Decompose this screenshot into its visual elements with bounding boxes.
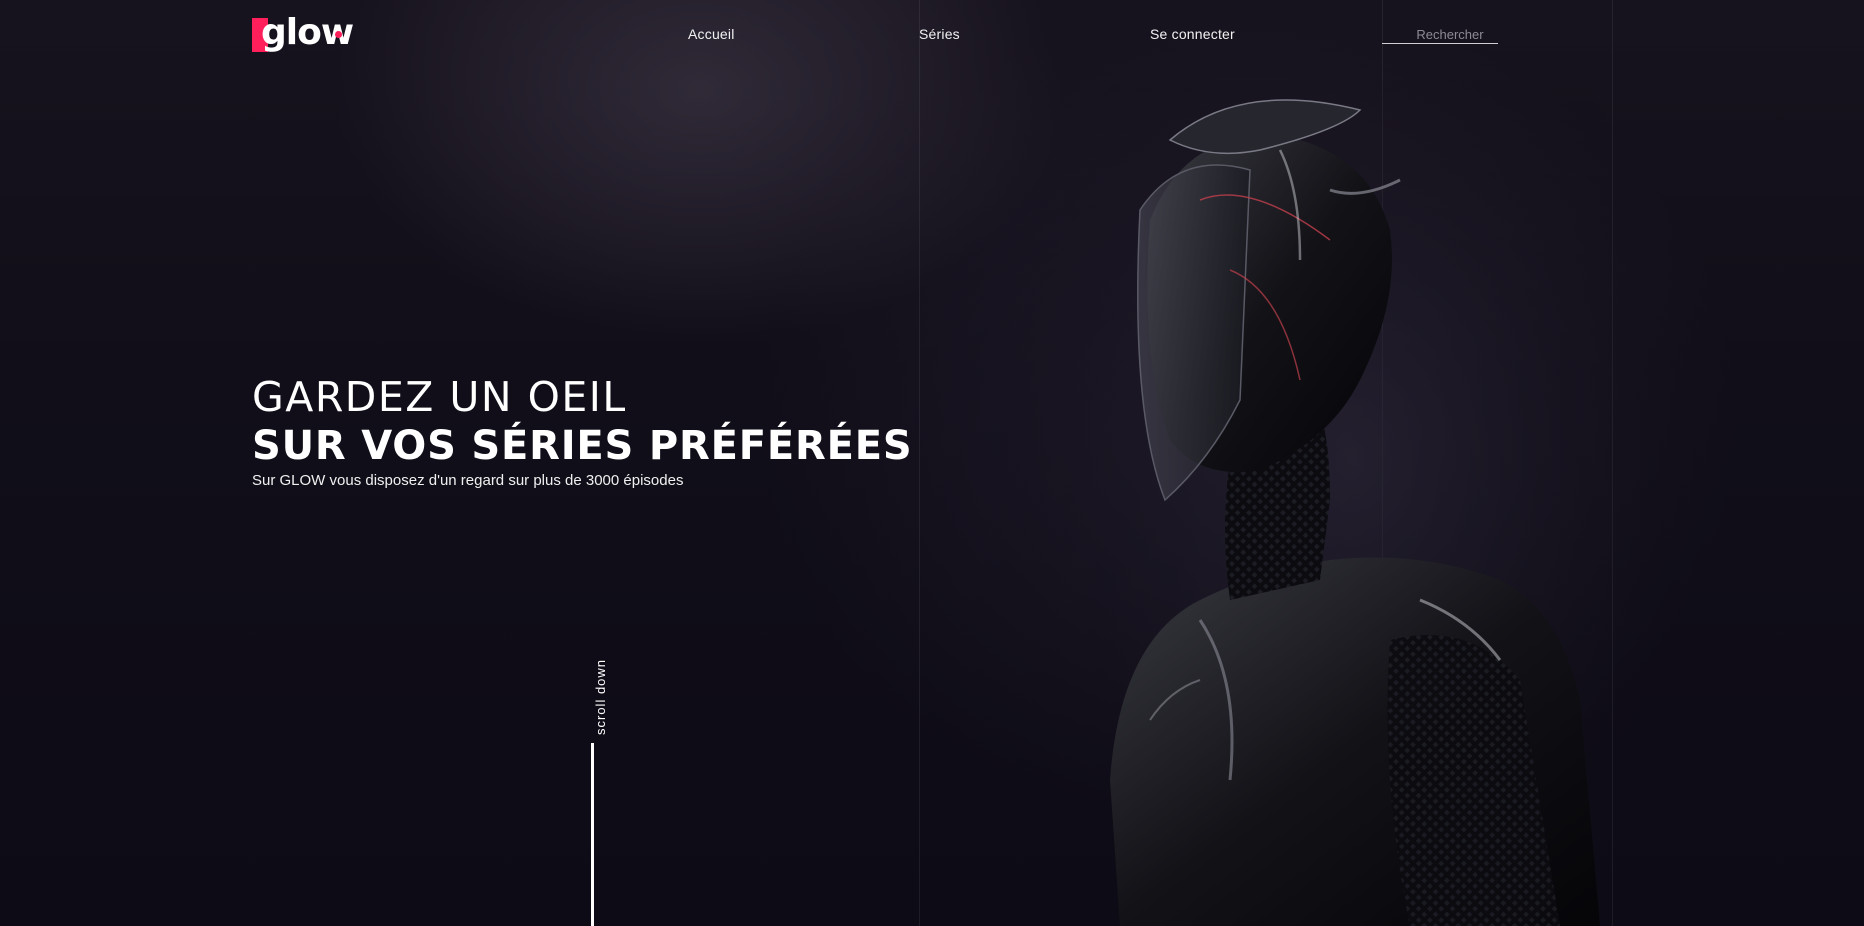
hero-title-line2: SUR VOS SÉRIES PRÉFÉRÉES <box>252 423 913 469</box>
hero-figure-image <box>1000 80 1640 926</box>
logo-dot-icon <box>335 31 342 38</box>
nav-link-accueil[interactable]: Accueil <box>688 26 735 42</box>
nav-link-series[interactable]: Séries <box>919 26 960 42</box>
search-input[interactable] <box>1382 25 1498 44</box>
hero-title-line1: GARDEZ UN OEIL <box>252 373 627 421</box>
scroll-down-label[interactable]: scroll down <box>593 659 608 735</box>
hero-subtitle: Sur GLOW vous disposez d'un regard sur p… <box>252 472 684 489</box>
scroll-indicator-line <box>591 743 594 926</box>
nav-link-login[interactable]: Se connecter <box>1150 26 1235 42</box>
grid-divider <box>919 0 920 926</box>
search-field <box>1382 24 1498 44</box>
